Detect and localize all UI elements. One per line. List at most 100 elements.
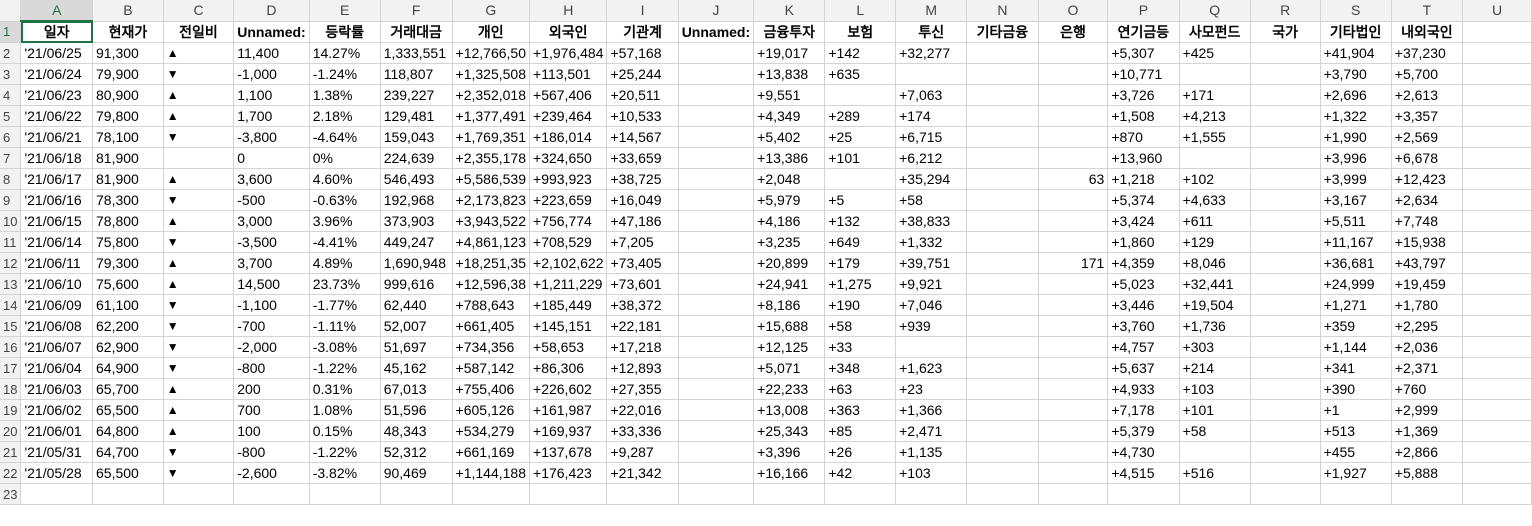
header-cell-p[interactable]: 연기금등	[1107, 21, 1180, 43]
cell[interactable]: +3,996	[1320, 147, 1392, 169]
cell[interactable]: 159,043	[380, 126, 453, 148]
cell[interactable]: +145,151	[529, 315, 608, 337]
cell[interactable]	[1038, 483, 1109, 505]
cell[interactable]: 48,343	[380, 420, 453, 442]
cell[interactable]: +1,144,188	[452, 462, 531, 484]
cell[interactable]	[966, 357, 1039, 379]
cell[interactable]: +3,943,522	[452, 210, 531, 232]
cell[interactable]: +5,379	[1107, 420, 1180, 442]
cell[interactable]	[1462, 231, 1532, 253]
cell[interactable]	[966, 483, 1039, 505]
cell[interactable]: -1,100	[233, 294, 310, 316]
cell[interactable]: +39,751	[895, 252, 968, 274]
header-cell-h[interactable]: 외국인	[529, 21, 608, 43]
cell[interactable]	[1462, 252, 1532, 274]
cell[interactable]: 2.18%	[309, 105, 381, 127]
cell[interactable]: +2,371	[1391, 357, 1464, 379]
cell[interactable]: 546,493	[380, 168, 453, 190]
cell[interactable]: +73,601	[606, 273, 679, 295]
cell[interactable]: -1.22%	[309, 357, 381, 379]
cell[interactable]	[1462, 441, 1532, 463]
header-cell-g[interactable]: 개인	[452, 21, 531, 43]
header-cell-s[interactable]: 기타법인	[1320, 21, 1392, 43]
row-header-19[interactable]: 19	[0, 399, 22, 421]
cell[interactable]: +1,369	[1391, 420, 1464, 442]
cell[interactable]: 79,800	[92, 105, 164, 127]
cell[interactable]: +5,023	[1107, 273, 1180, 295]
cell[interactable]	[1038, 63, 1109, 85]
cell[interactable]: +9,921	[895, 273, 968, 295]
cell[interactable]: 373,903	[380, 210, 453, 232]
cell[interactable]	[1038, 231, 1109, 253]
cell[interactable]: +16,049	[606, 189, 679, 211]
cell[interactable]: +4,515	[1107, 462, 1180, 484]
cell[interactable]: 0	[233, 147, 310, 169]
cell[interactable]	[1250, 126, 1321, 148]
cell[interactable]: -3,800	[233, 126, 310, 148]
cell[interactable]: '21/06/09	[20, 294, 94, 316]
cell[interactable]: +5,700	[1391, 63, 1464, 85]
cell[interactable]: +1,927	[1320, 462, 1392, 484]
cell[interactable]	[163, 147, 235, 169]
cell[interactable]: +3,760	[1107, 315, 1180, 337]
up-arrow-icon[interactable]: ▲	[163, 168, 235, 190]
cell[interactable]: +174	[895, 105, 968, 127]
cell[interactable]: +2,173,823	[452, 189, 531, 211]
cell[interactable]: -500	[233, 189, 310, 211]
cell[interactable]	[1250, 420, 1321, 442]
cell[interactable]: +2,355,178	[452, 147, 531, 169]
column-header-p[interactable]: P	[1107, 0, 1180, 22]
cell[interactable]: +516	[1179, 462, 1251, 484]
cell[interactable]: +2,569	[1391, 126, 1464, 148]
cell[interactable]: +23	[895, 378, 968, 400]
cell[interactable]: +4,633	[1179, 189, 1251, 211]
cell[interactable]	[678, 84, 755, 106]
cell[interactable]	[895, 483, 968, 505]
cell[interactable]	[1250, 294, 1321, 316]
cell[interactable]	[1320, 483, 1392, 505]
cell[interactable]	[309, 483, 381, 505]
cell[interactable]: +649	[824, 231, 897, 253]
cell[interactable]	[1038, 42, 1109, 64]
cell[interactable]: -1,000	[233, 63, 310, 85]
cell[interactable]: +3,726	[1107, 84, 1180, 106]
cell[interactable]: +5,071	[753, 357, 826, 379]
cell[interactable]	[1038, 399, 1109, 421]
cell[interactable]: '21/06/11	[20, 252, 94, 274]
down-arrow-icon[interactable]: ▼	[163, 126, 235, 148]
cell[interactable]	[1179, 147, 1251, 169]
header-cell-n[interactable]: 기타금융	[966, 21, 1039, 43]
cell[interactable]: 79,300	[92, 252, 164, 274]
cell[interactable]	[678, 231, 755, 253]
cell[interactable]: 51,697	[380, 336, 453, 358]
cell[interactable]: +755,406	[452, 378, 531, 400]
cell[interactable]	[678, 189, 755, 211]
cell[interactable]	[678, 294, 755, 316]
cell[interactable]: +390	[1320, 378, 1392, 400]
cell[interactable]: 14.27%	[309, 42, 381, 64]
cell[interactable]: +239,464	[529, 105, 608, 127]
cell[interactable]	[1250, 441, 1321, 463]
row-header-20[interactable]: 20	[0, 420, 22, 442]
cell[interactable]: +57,168	[606, 42, 679, 64]
cell[interactable]: +5,511	[1320, 210, 1392, 232]
cell[interactable]: -800	[233, 441, 310, 463]
cell[interactable]: +137,678	[529, 441, 608, 463]
cell[interactable]: +176,423	[529, 462, 608, 484]
cell[interactable]: +756,774	[529, 210, 608, 232]
cell[interactable]: +190	[824, 294, 897, 316]
cell[interactable]: '21/05/28	[20, 462, 94, 484]
cell[interactable]: -4.64%	[309, 126, 381, 148]
cell[interactable]: 11,400	[233, 42, 310, 64]
cell[interactable]: +3,235	[753, 231, 826, 253]
column-header-a[interactable]: A	[20, 0, 94, 22]
cell[interactable]	[1462, 63, 1532, 85]
cell[interactable]: +3,357	[1391, 105, 1464, 127]
cell[interactable]: '21/06/15	[20, 210, 94, 232]
cell[interactable]: +14,567	[606, 126, 679, 148]
column-header-f[interactable]: F	[380, 0, 453, 22]
cell[interactable]: +17,218	[606, 336, 679, 358]
cell[interactable]	[1250, 399, 1321, 421]
cell[interactable]: +36,681	[1320, 252, 1392, 274]
cell[interactable]: 4.60%	[309, 168, 381, 190]
